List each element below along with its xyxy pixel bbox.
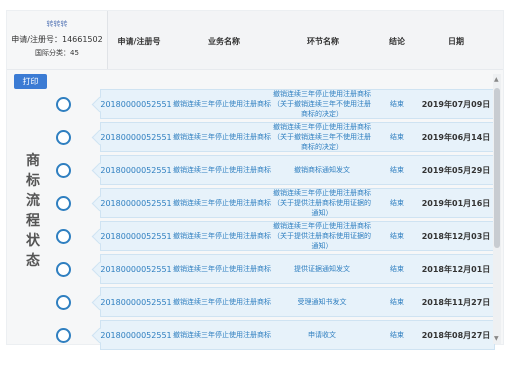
- table-header: 转转转 申请/注册号：14661502 国际分类：45 申请/注册号 业务名称 …: [7, 11, 503, 70]
- timeline-node-icon: [56, 97, 71, 112]
- column-header-business: 业务名称: [208, 37, 240, 46]
- header-brand: 转转转: [46, 20, 68, 28]
- step-name: 撤销连续三年停止使用注册商标（关于撤销连续三年不使用注册商标的决定）: [273, 90, 371, 118]
- timeline-card: 20180000052551 撤销连续三年停止使用注册商标 受理通知书发文 结束…: [91, 287, 495, 317]
- timeline-node-icon: [56, 130, 71, 145]
- timeline-row: 20180000052551 撤销连续三年停止使用注册商标 申请收文 结束 20…: [7, 320, 495, 352]
- timeline-row: 20180000052551 撤销连续三年停止使用注册商标 提供证据通知发文 结…: [7, 254, 495, 286]
- reg-no: 20180000052551: [100, 297, 172, 307]
- result: 结束: [390, 232, 404, 240]
- scroll-down-icon[interactable]: ▼: [494, 335, 499, 342]
- reg-no: 20180000052551: [100, 330, 172, 340]
- timeline-card: 20180000052551 撤销连续三年停止使用注册商标 撤销连续三年停止使用…: [91, 221, 495, 251]
- timeline-node-icon: [56, 295, 71, 310]
- date: 2018年08月27日: [421, 330, 491, 340]
- result: 结束: [390, 133, 404, 141]
- date: 2019年05月29日: [421, 165, 491, 175]
- business-name: 撤销连续三年停止使用注册商标: [173, 232, 271, 240]
- timeline-row: 20180000052551 撤销连续三年停止使用注册商标 撤销连续三年停止使用…: [7, 89, 495, 121]
- timeline-card: 20180000052551 撤销连续三年停止使用注册商标 提供证据通知发文 结…: [91, 254, 495, 284]
- column-header-reg-no: 申请/注册号: [117, 37, 161, 46]
- reg-no: 20180000052551: [100, 264, 172, 274]
- vertical-scrollbar[interactable]: ▲ ▼: [493, 74, 501, 344]
- date: 2018年11月27日: [421, 297, 491, 307]
- step-name: 撤销商标通知发文: [294, 166, 350, 174]
- step-name: 撤销连续三年停止使用注册商标（关于撤销连续三年不使用注册商标的决定）: [273, 123, 371, 151]
- scrollbar-thumb[interactable]: [494, 88, 500, 248]
- timeline-node-icon: [56, 328, 71, 343]
- timeline-card: 20180000052551 撤销连续三年停止使用注册商标 撤销连续三年停止使用…: [91, 122, 495, 152]
- result: 结束: [390, 199, 404, 207]
- column-header-date: 日期: [448, 37, 464, 46]
- timeline-row: 20180000052551 撤销连续三年停止使用注册商标 撤销连续三年停止使用…: [7, 122, 495, 154]
- step-name: 撤销连续三年停止使用注册商标（关于提供注册商标使用证据的通知）: [273, 189, 371, 217]
- business-name: 撤销连续三年停止使用注册商标: [173, 298, 271, 306]
- timeline-node-icon: [56, 163, 71, 178]
- reg-no: 20180000052551: [100, 99, 172, 109]
- timeline-row: 20180000052551 撤销连续三年停止使用注册商标 撤销商标通知发文 结…: [7, 155, 495, 187]
- column-header-result: 结论: [389, 37, 405, 46]
- date: 2018年12月03日: [421, 231, 491, 241]
- date: 2019年06月14日: [421, 132, 491, 142]
- business-name: 撤销连续三年停止使用注册商标: [173, 100, 271, 108]
- step-name: 撤销连续三年停止使用注册商标（关于提供注册商标使用证据的通知）: [273, 222, 371, 250]
- result: 结束: [390, 298, 404, 306]
- timeline-card: 20180000052551 撤销连续三年停止使用注册商标 申请收文 结束 20…: [91, 320, 495, 350]
- timeline-row: 20180000052551 撤销连续三年停止使用注册商标 撤销连续三年停止使用…: [7, 188, 495, 220]
- timeline-node-icon: [56, 262, 71, 277]
- column-header-step: 环节名称: [307, 37, 339, 46]
- date: 2018年12月01日: [421, 264, 491, 274]
- header-summary: 转转转 申请/注册号：14661502 国际分类：45: [7, 11, 108, 69]
- business-name: 撤销连续三年停止使用注册商标: [173, 166, 271, 174]
- step-name: 受理通知书发文: [297, 298, 347, 306]
- international-class: 国际分类：45: [35, 49, 79, 57]
- timeline-row: 20180000052551 撤销连续三年停止使用注册商标 受理通知书发文 结束…: [7, 287, 495, 319]
- application-number: 申请/注册号：14661502: [11, 35, 103, 44]
- reg-no: 20180000052551: [100, 132, 172, 142]
- business-name: 撤销连续三年停止使用注册商标: [173, 331, 271, 339]
- timeline-card: 20180000052551 撤销连续三年停止使用注册商标 撤销商标通知发文 结…: [91, 155, 495, 185]
- reg-no: 20180000052551: [100, 165, 172, 175]
- result: 结束: [390, 265, 404, 273]
- date: 2019年01月16日: [421, 198, 491, 208]
- step-name: 申请收文: [308, 331, 336, 339]
- result: 结束: [390, 100, 404, 108]
- trademark-status-window: 转转转 申请/注册号：14661502 国际分类：45 申请/注册号 业务名称 …: [6, 10, 504, 350]
- status-timeline: 20180000052551 撤销连续三年停止使用注册商标 撤销连续三年停止使用…: [7, 81, 495, 350]
- timeline-node-icon: [56, 229, 71, 244]
- timeline-card: 20180000052551 撤销连续三年停止使用注册商标 撤销连续三年停止使用…: [91, 89, 495, 119]
- scroll-up-icon[interactable]: ▲: [494, 76, 499, 83]
- business-name: 撤销连续三年停止使用注册商标: [173, 265, 271, 273]
- step-name: 提供证据通知发文: [294, 265, 350, 273]
- timeline-card: 20180000052551 撤销连续三年停止使用注册商标 撤销连续三年停止使用…: [91, 188, 495, 218]
- result: 结束: [390, 331, 404, 339]
- date: 2019年07月09日: [421, 99, 491, 109]
- business-name: 撤销连续三年停止使用注册商标: [173, 199, 271, 207]
- result: 结束: [390, 166, 404, 174]
- business-name: 撤销连续三年停止使用注册商标: [173, 133, 271, 141]
- reg-no: 20180000052551: [100, 198, 172, 208]
- timeline-row: 20180000052551 撤销连续三年停止使用注册商标 撤销连续三年停止使用…: [7, 221, 495, 253]
- timeline-node-icon: [56, 196, 71, 211]
- reg-no: 20180000052551: [100, 231, 172, 241]
